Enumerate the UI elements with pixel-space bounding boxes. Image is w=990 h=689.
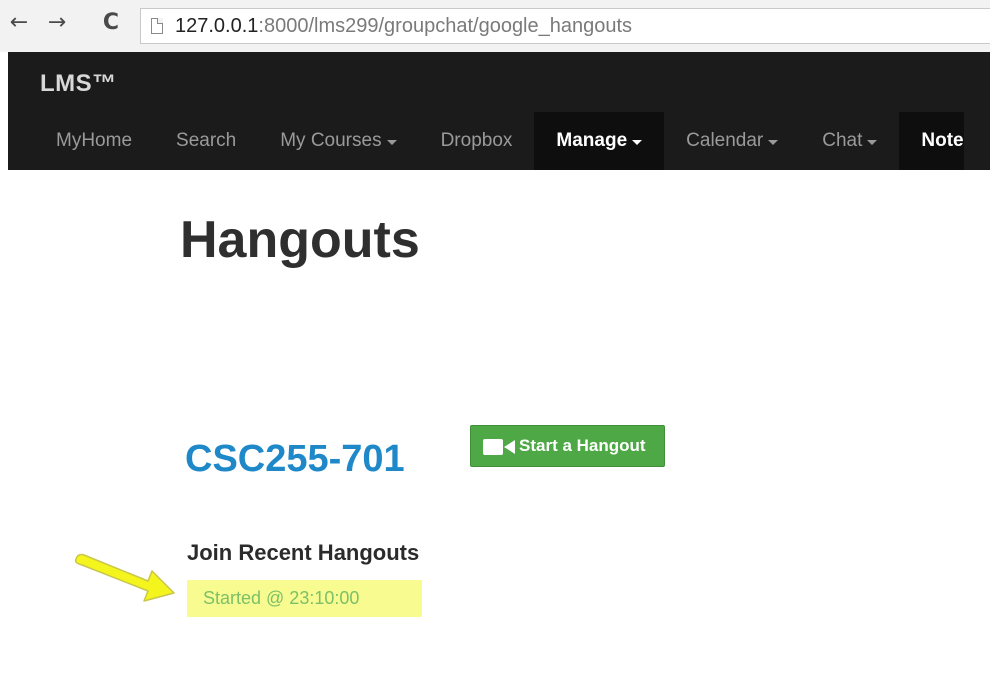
menu-item-manage[interactable]: Manage xyxy=(534,112,665,170)
recent-hangout-highlight: Started @ 23:10:00 xyxy=(187,580,422,617)
menu-label: Dropbox xyxy=(440,130,513,151)
menu-item-myhome[interactable]: MyHome xyxy=(8,112,154,170)
caret-down-icon xyxy=(867,139,878,145)
start-hangout-label: Start a Hangout xyxy=(519,436,646,455)
caret-down-icon xyxy=(768,139,779,145)
menu-item-note[interactable]: Note xyxy=(899,112,964,170)
url-text: 127.0.0.1:8000/lms299/groupchat/google_h… xyxy=(175,15,632,38)
video-camera-icon xyxy=(483,439,515,455)
course-title: CSC255-701 xyxy=(185,438,405,480)
url-path: :8000/lms299/groupchat/google_hangouts xyxy=(258,15,633,37)
forward-arrow-icon[interactable]: → xyxy=(44,10,70,36)
menu-item-chat[interactable]: Chat xyxy=(800,112,899,170)
menu-label: Manage xyxy=(556,130,628,151)
page-title: Hangouts xyxy=(180,211,420,269)
page-icon xyxy=(151,18,163,34)
brand-logo[interactable]: LMS™ xyxy=(40,70,117,98)
back-arrow-icon[interactable]: ← xyxy=(6,10,32,36)
menu-item-my-courses[interactable]: My Courses xyxy=(258,112,418,170)
menu-label: My Courses xyxy=(280,130,382,151)
address-bar[interactable]: 127.0.0.1:8000/lms299/groupchat/google_h… xyxy=(140,8,990,44)
menu-label: Calendar xyxy=(686,130,764,151)
menu-label: MyHome xyxy=(56,130,133,151)
menu-label: Note xyxy=(921,130,964,151)
start-hangout-button[interactable]: Start a Hangout xyxy=(470,425,665,467)
yellow-arrow-icon xyxy=(74,553,175,602)
menu-label: Search xyxy=(176,130,237,151)
caret-down-icon xyxy=(386,139,397,145)
recent-hangout-link[interactable]: Started @ 23:10:00 xyxy=(203,588,359,609)
menu-item-calendar[interactable]: Calendar xyxy=(664,112,800,170)
menu-label: Chat xyxy=(822,130,863,151)
menu-item-dropbox[interactable]: Dropbox xyxy=(419,112,535,170)
caret-down-icon xyxy=(632,139,643,145)
app-navbar: LMS™ MyHome Search My Courses Dropbox Ma… xyxy=(8,52,990,170)
recent-hangouts-heading: Join Recent Hangouts xyxy=(187,540,420,565)
main-menu: MyHome Search My Courses Dropbox Manage … xyxy=(8,112,990,170)
browser-toolbar: ← → C 127.0.0.1:8000/lms299/groupchat/go… xyxy=(0,0,990,52)
menu-item-search[interactable]: Search xyxy=(154,112,258,170)
reload-icon[interactable]: C xyxy=(98,10,124,36)
url-host: 127.0.0.1 xyxy=(175,15,259,37)
